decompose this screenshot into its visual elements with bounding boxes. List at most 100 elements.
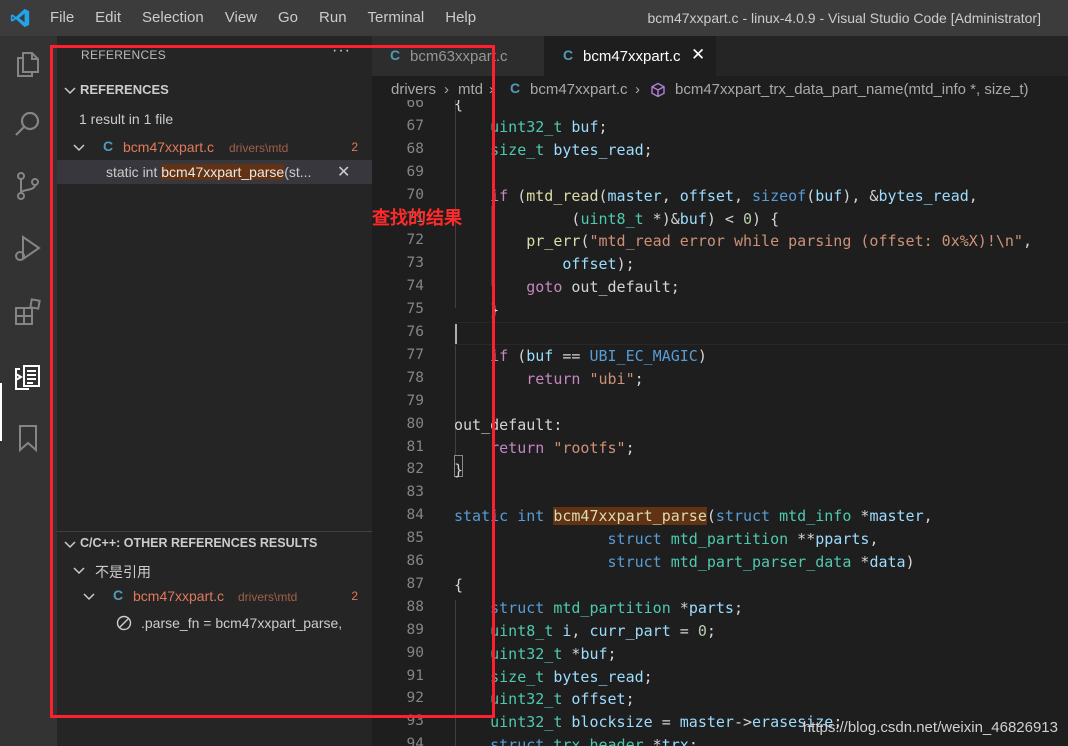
breadcrumb-item-drivers[interactable]: drivers — [391, 81, 436, 98]
code-token: "mtd_read error while parsing (offset: 0… — [589, 232, 1023, 251]
code-token: == — [553, 346, 590, 365]
code-token: buf — [679, 209, 707, 228]
other-reference-match-text: .parse_fn = bcm47xxpart_parse, — [141, 615, 343, 631]
code-token: ; — [643, 140, 653, 159]
menu-view[interactable]: View — [225, 0, 257, 36]
code-token: return — [490, 438, 545, 457]
menu-run[interactable]: Run — [319, 0, 347, 36]
code-token: UBI_EC_MAGIC — [589, 346, 698, 365]
code-token: return — [526, 369, 581, 388]
code-token: mtd_read — [526, 186, 599, 205]
sidebar-header: REFERENCES — [81, 48, 167, 62]
breadcrumb-item-mtd[interactable]: mtd — [458, 81, 483, 98]
code-token: curr_part — [589, 621, 671, 640]
line-number: 67 — [406, 117, 424, 134]
other-reference-file-name: bcm47xxpart.c — [133, 588, 225, 604]
code-line: size_t bytes_read; — [454, 668, 653, 686]
code-token: struct — [607, 530, 662, 549]
chevron-down-icon — [73, 144, 85, 152]
code-line: struct trx_header *trx; — [454, 736, 698, 746]
tab-bcm63xxpart[interactable]: C bcm63xxpart.c — [372, 36, 544, 76]
code-token: mtd_info — [779, 507, 852, 526]
line-number: 85 — [406, 530, 424, 547]
explorer-icon[interactable] — [12, 48, 44, 80]
extensions-icon[interactable] — [12, 296, 44, 328]
code-editor[interactable]: 66 {67 uint32_t buf; 68 size_t bytes_read;… — [372, 100, 1068, 746]
reference-match-row[interactable]: static int bcm47xxpart_parse(st... ✕ — [57, 160, 372, 184]
group-label: 不是引用 — [95, 565, 151, 581]
code-token: trx_header — [553, 736, 644, 746]
more-actions-icon[interactable]: ··· — [332, 42, 351, 60]
code-token: master — [679, 713, 734, 732]
code-token: ( — [508, 186, 527, 205]
code-token: bcm47xxpart_parse — [553, 507, 707, 526]
line-number: 75 — [406, 301, 424, 318]
reference-file-row[interactable]: C bcm47xxpart.c drivers\mtd 2 — [57, 135, 372, 159]
code-line: if (buf == UBI_EC_MAGIC) — [454, 347, 707, 365]
code-token: , — [733, 186, 753, 205]
breadcrumb-item-symbol[interactable]: bcm47xxpart_trx_data_part_name(mtd_info … — [675, 81, 1029, 98]
run-debug-icon[interactable] — [12, 232, 44, 264]
line-number: 80 — [406, 415, 424, 432]
menu-go[interactable]: Go — [278, 0, 298, 36]
chevron-right-icon: › — [489, 81, 494, 98]
references-icon[interactable] — [12, 360, 44, 392]
code-token: "rootfs" — [553, 438, 626, 457]
code-line: } — [454, 301, 499, 319]
dismiss-result-button[interactable]: ✕ — [337, 162, 350, 182]
search-icon[interactable] — [12, 108, 44, 140]
line-number: 88 — [406, 598, 424, 615]
code-token: , — [571, 621, 590, 640]
c-file-icon: C — [510, 80, 521, 96]
code-line: { — [454, 100, 463, 113]
menu-selection[interactable]: Selection — [142, 0, 204, 36]
watermark: https://blog.csdn.net/weixin_46826913 — [802, 719, 1058, 736]
match-suffix: (st... — [284, 164, 312, 180]
references-section-header[interactable]: REFERENCES — [57, 79, 372, 101]
code-token: out_default; — [562, 278, 680, 297]
breadcrumb-item-file[interactable]: bcm47xxpart.c — [530, 81, 628, 98]
code-token: buf — [580, 644, 608, 663]
source-control-icon[interactable] — [12, 170, 44, 202]
bookmarks-icon[interactable] — [12, 422, 44, 454]
code-token: uint32_t — [490, 690, 563, 709]
text-cursor — [455, 324, 457, 344]
menu-help[interactable]: Help — [445, 0, 476, 36]
other-reference-file-row[interactable]: C bcm47xxpart.c drivers\mtd 2 — [57, 584, 372, 608]
tab-label: bcm47xxpart.c — [583, 48, 681, 65]
active-view-indicator — [0, 383, 2, 441]
references-section-title: REFERENCES — [80, 82, 169, 97]
tab-bcm47xxpart[interactable]: C bcm47xxpart.c ✕ — [544, 36, 716, 76]
other-references-group-row[interactable]: 不是引用 — [57, 558, 372, 582]
other-references-section-header[interactable]: C/C++: OTHER REFERENCES RESULTS — [57, 533, 372, 555]
code-token: , — [1022, 232, 1032, 251]
code-token: mtd_part_parser_data — [670, 553, 852, 571]
references-summary: 1 result in 1 file — [57, 107, 372, 131]
code-token: = — [652, 713, 680, 732]
result-summary-text: 1 result in 1 file — [79, 111, 174, 127]
code-token: struct — [490, 598, 545, 617]
tab-label: bcm63xxpart.c — [410, 48, 508, 65]
line-number: 92 — [406, 690, 424, 707]
menu-edit[interactable]: Edit — [95, 0, 121, 36]
c-file-icon: C — [113, 587, 124, 603]
menu-terminal[interactable]: Terminal — [368, 0, 425, 36]
match-highlight: bcm47xxpart_parse — [161, 164, 285, 180]
menu-file[interactable]: File — [50, 0, 74, 36]
line-number: 66 — [406, 100, 424, 111]
code-token: mtd_partition — [553, 598, 671, 617]
section-divider — [57, 531, 372, 532]
close-tab-button[interactable]: ✕ — [691, 45, 705, 65]
code-token: * — [643, 736, 662, 746]
code-line: uint32_t offset; — [454, 690, 635, 708]
other-reference-match-row[interactable]: .parse_fn = bcm47xxpart_parse, — [57, 611, 372, 635]
